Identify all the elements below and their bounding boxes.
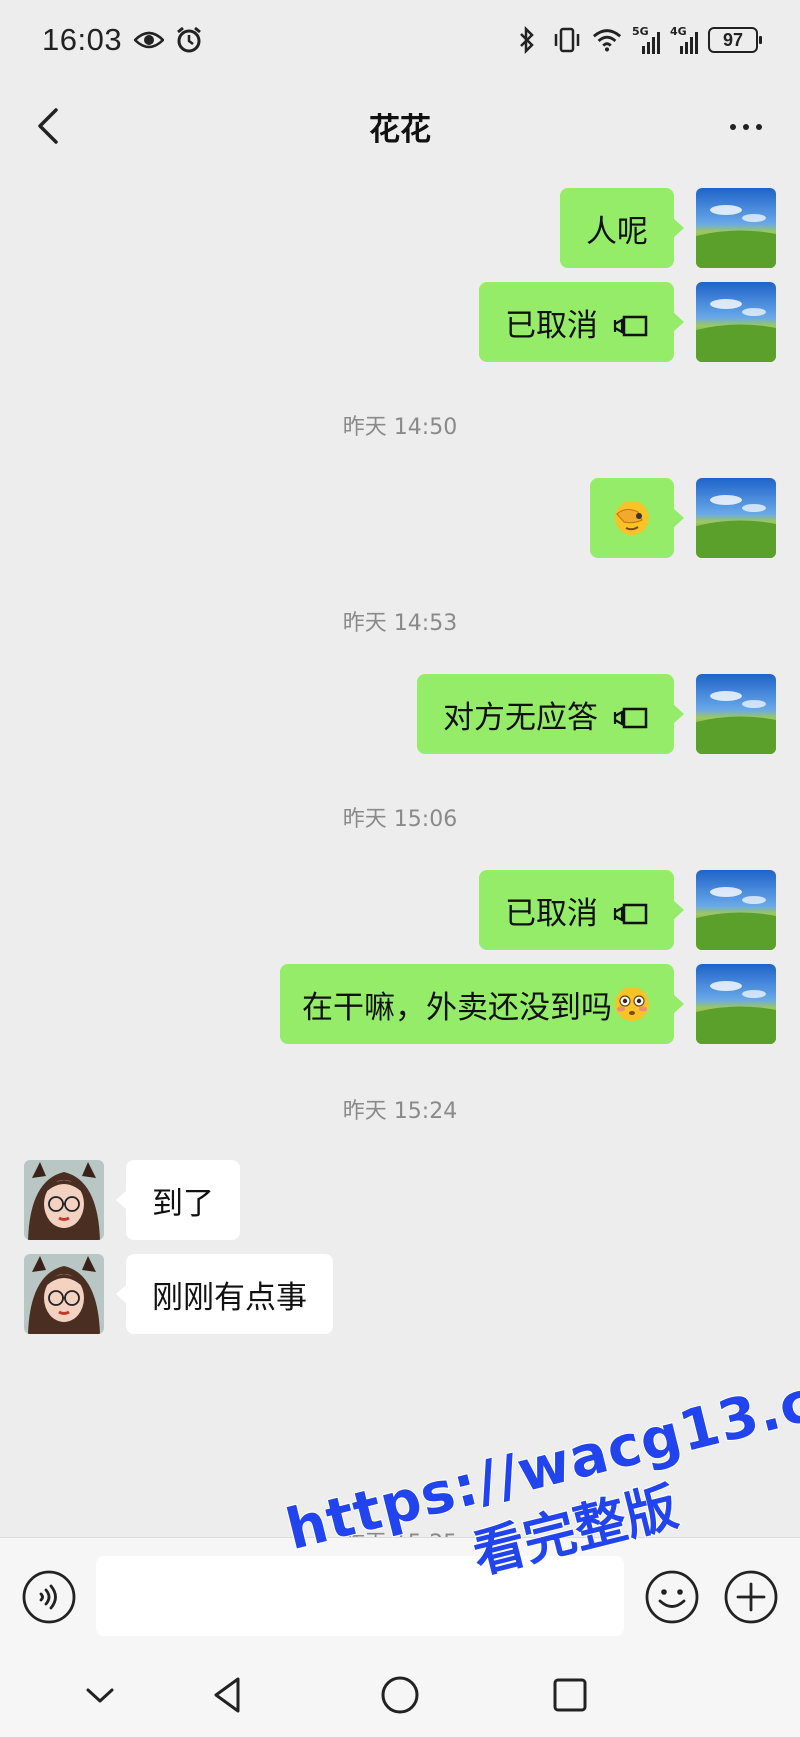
my-avatar[interactable] [696, 674, 776, 754]
back-button[interactable] [28, 104, 72, 148]
contact-message-bubble[interactable]: 到了 [116, 1160, 240, 1240]
my-avatar[interactable] [696, 188, 776, 268]
message-row: 已取消 [0, 282, 800, 362]
my-avatar[interactable] [696, 282, 776, 362]
more-functions-button[interactable] [724, 1570, 778, 1624]
battery-icon: 97 [708, 27, 762, 53]
contact-message-bubble[interactable]: 刚刚有点事 [116, 1254, 333, 1334]
input-bar [0, 1537, 800, 1655]
emoji-button[interactable] [645, 1570, 699, 1624]
signal-5g-icon: 5G [632, 26, 660, 54]
timestamp: 昨天 15:25 [0, 1525, 800, 1537]
message-row: 已取消 [0, 870, 800, 950]
my-message-bubble[interactable]: 人呢 [560, 188, 684, 268]
network-type-label: 5G [632, 25, 649, 38]
chat-title: 花花 [369, 111, 431, 148]
message-text: 已取消 [505, 895, 598, 932]
message-row [0, 478, 800, 558]
timestamp: 昨天 15:24 [342, 1099, 458, 1124]
wifi-icon [592, 25, 622, 55]
bluetooth-icon [512, 25, 542, 55]
message-row: 在干嘛，外卖还没到吗 [0, 964, 800, 1044]
message-row: 对方无应答 [0, 674, 800, 754]
network-type-label: 4G [670, 25, 687, 38]
vibrate-icon [552, 25, 582, 55]
message-text: 人呢 [586, 213, 648, 250]
video-call-icon [612, 702, 648, 729]
message-text: 已取消 [505, 307, 598, 344]
message-input[interactable] [96, 1556, 624, 1636]
message-text: 在干嘛，外卖还没到吗 [302, 989, 612, 1026]
signal-4g-icon: 4G [670, 26, 698, 54]
eye-icon [134, 25, 165, 55]
message-text: 对方无应答 [443, 699, 598, 736]
message-text: 刚刚有点事 [152, 1279, 307, 1316]
message-row: 刚刚有点事 [0, 1254, 800, 1334]
flushed-emoji [612, 984, 652, 1024]
message-list[interactable]: 人呢 已取消 昨天 14:50 昨天 14:53 对方无应答 昨天 15:06 … [0, 172, 800, 1537]
message-text: 到了 [152, 1185, 214, 1222]
contact-avatar[interactable] [24, 1160, 104, 1240]
my-message-bubble[interactable]: 在干嘛，外卖还没到吗 [280, 964, 684, 1044]
my-message-bubble[interactable]: 对方无应答 [417, 674, 684, 754]
timestamp: 昨天 14:50 [342, 415, 458, 440]
message-row: 人呢 [0, 188, 800, 268]
message-row: 到了 [0, 1160, 800, 1240]
my-message-bubble[interactable] [590, 478, 684, 558]
my-avatar[interactable] [696, 964, 776, 1044]
my-avatar[interactable] [696, 870, 776, 950]
timestamp: 昨天 14:53 [342, 611, 458, 636]
nav-back-icon[interactable] [206, 1673, 250, 1717]
nav-home-icon[interactable] [378, 1673, 422, 1717]
chat-header: 花花 [0, 80, 800, 172]
my-avatar[interactable] [696, 478, 776, 558]
facepalm-emoji [612, 498, 652, 538]
status-bar: 16:03 5G 4G 97 [0, 0, 800, 80]
my-message-bubble[interactable]: 已取消 [479, 870, 684, 950]
video-call-icon [612, 310, 648, 337]
status-time: 16:03 [42, 22, 123, 57]
voice-input-button[interactable] [22, 1570, 76, 1624]
video-call-icon [612, 898, 648, 925]
more-options-button[interactable] [730, 112, 770, 142]
system-nav-bar [0, 1655, 800, 1737]
battery-level: 97 [722, 29, 744, 50]
nav-recents-icon[interactable] [548, 1673, 592, 1717]
alarm-icon [174, 25, 204, 55]
chevron-down-icon[interactable] [78, 1673, 122, 1717]
contact-avatar[interactable] [24, 1254, 104, 1334]
my-message-bubble[interactable]: 已取消 [479, 282, 684, 362]
timestamp: 昨天 15:06 [342, 807, 458, 832]
